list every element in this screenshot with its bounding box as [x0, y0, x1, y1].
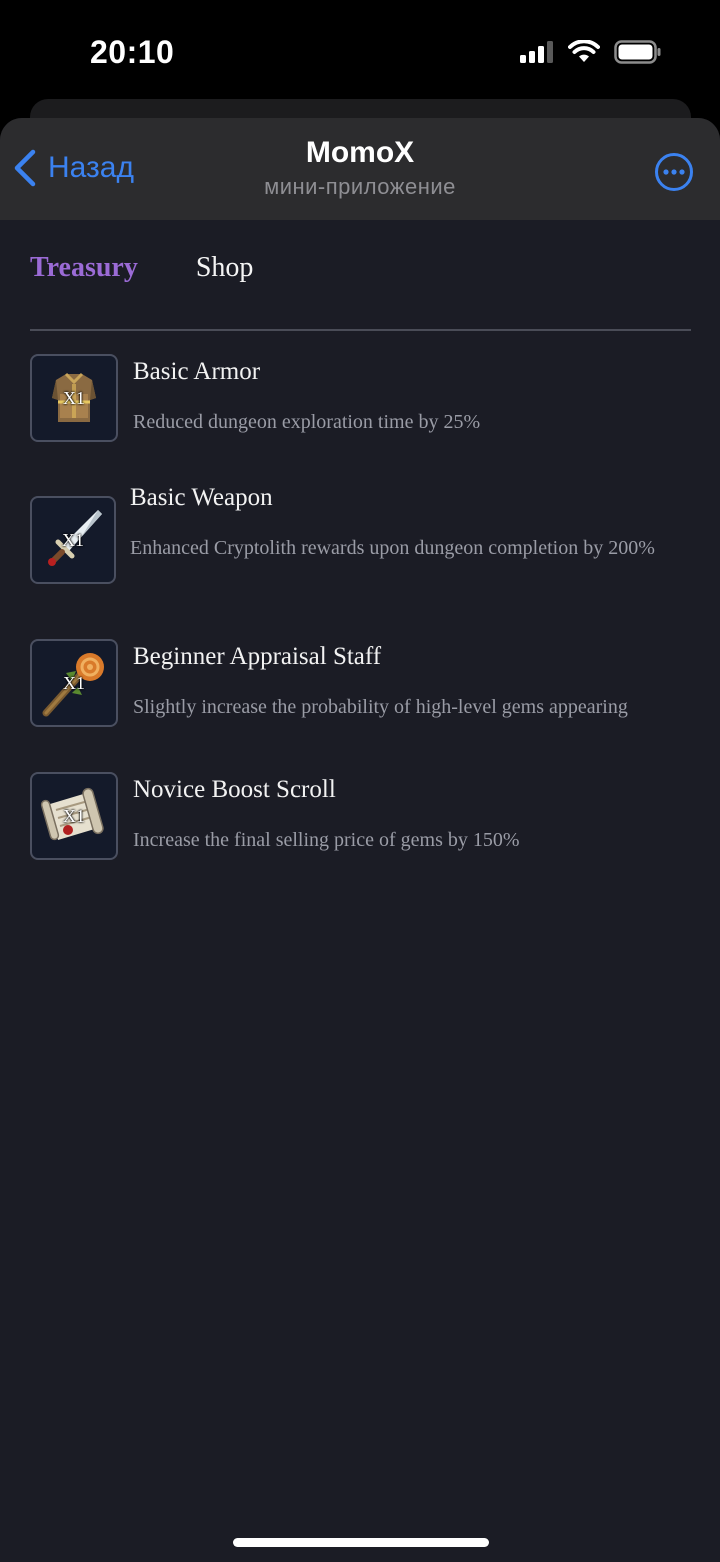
status-time: 20:10: [90, 34, 175, 70]
item-name: Basic Armor: [133, 358, 261, 385]
item-thumbnail: X1: [30, 496, 116, 584]
page-subtitle: мини-приложение: [264, 174, 456, 199]
signal-icon: [520, 41, 553, 63]
item-description: Reduced dungeon exploration time by 25%: [133, 411, 481, 433]
wifi-icon: [568, 40, 600, 62]
item-description: Enhanced Cryptolith rewards upon dungeon…: [130, 537, 655, 559]
tab-bar: Treasury Shop: [30, 252, 253, 284]
status-bar: 20:10: [0, 0, 720, 110]
home-indicator[interactable]: [233, 1538, 489, 1547]
list-item[interactable]: X1 Beginner Appraisal Staff Slightly inc…: [30, 639, 691, 729]
list-item[interactable]: X1 Basic Weapon Enhanced Cryptolith rewa…: [30, 480, 691, 600]
list-item[interactable]: X1 Basic Armor Reduced dungeon explorati…: [30, 354, 691, 444]
item-thumbnail: X1: [30, 639, 118, 727]
item-quantity: X1: [62, 529, 84, 550]
item-quantity: X1: [63, 387, 85, 408]
item-thumbnail: X1: [30, 354, 118, 442]
tab-treasury[interactable]: Treasury: [30, 252, 138, 284]
item-name: Beginner Appraisal Staff: [133, 643, 382, 670]
item-quantity: X1: [63, 805, 85, 826]
item-description: Slightly increase the probability of hig…: [133, 696, 628, 718]
item-name: Basic Weapon: [130, 484, 273, 511]
item-quantity: X1: [63, 672, 85, 693]
page-title: MomoX: [305, 136, 415, 169]
item-name: Novice Boost Scroll: [133, 776, 336, 803]
tab-divider: [30, 329, 691, 331]
list-item[interactable]: X1 Novice Boost Scroll Increase the fina…: [30, 772, 691, 862]
item-description: Increase the final selling price of gems…: [133, 829, 520, 851]
mini-app-sheet: Назад MomoX мини-приложение Treasury Sho…: [0, 118, 720, 1562]
status-icons: [520, 40, 662, 64]
more-options-icon[interactable]: [654, 152, 694, 192]
item-thumbnail: X1: [30, 772, 118, 860]
tab-shop[interactable]: Shop: [196, 252, 254, 284]
battery-icon: [614, 40, 661, 64]
screen: 20:10 Назад MomoX мини-приложение Treasu…: [0, 0, 720, 1562]
nav-title-group: MomoX мини-приложение: [0, 136, 720, 200]
nav-header: Назад MomoX мини-приложение: [0, 118, 720, 220]
